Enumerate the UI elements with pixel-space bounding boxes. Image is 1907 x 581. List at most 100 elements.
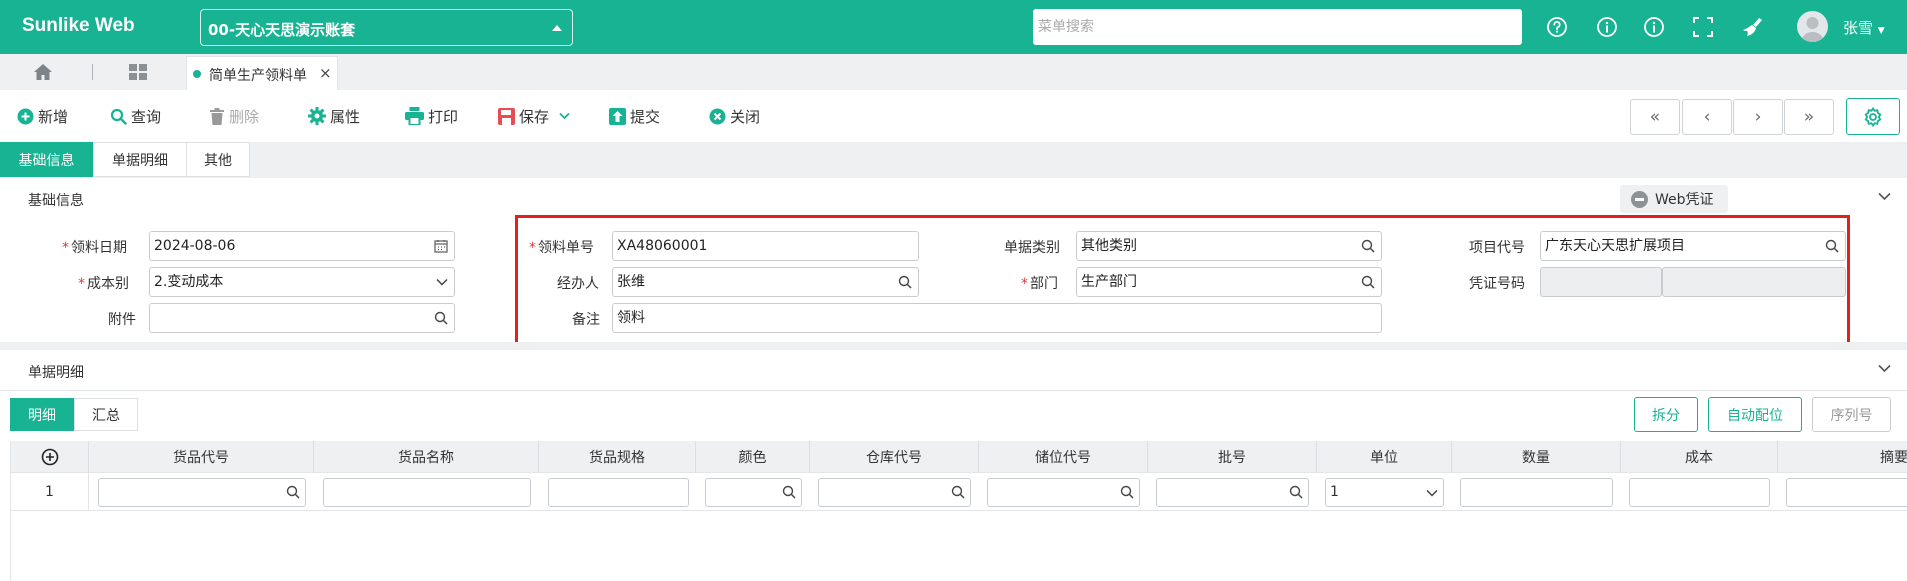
unit-select[interactable]: 1 [1325, 478, 1444, 507]
save-button[interactable]: 保存 [498, 105, 574, 127]
caret-down-icon: ▼ [1877, 26, 1885, 36]
menu-search-input[interactable] [1033, 9, 1522, 45]
account-selector[interactable]: 00-天心天思演示账套 [200, 9, 573, 46]
search-icon [286, 485, 300, 499]
search-icon [782, 485, 796, 499]
cost-cell[interactable] [1629, 478, 1770, 507]
prev-record-button[interactable]: ‹ [1682, 99, 1732, 135]
submit-icon [609, 107, 626, 125]
issue-date-field[interactable]: 2024-08-06 [149, 231, 455, 261]
help-icon[interactable] [1546, 16, 1568, 38]
col-item-code[interactable]: 货品代号 [89, 441, 314, 473]
chevron-down-icon [436, 278, 448, 286]
tab-basic-info[interactable]: 基础信息 [0, 142, 93, 177]
tab-strip: 简单生产领料单 × [0, 54, 1907, 90]
chevron-right-icon: › [1754, 107, 1762, 127]
apps-grid-icon[interactable] [128, 63, 148, 85]
chevron-down-icon [1878, 364, 1891, 373]
col-item-name[interactable]: 货品名称 [314, 441, 539, 473]
toolbar: 新增 查询 删除 属性 打印 保存 提交 关闭 « ‹ › » [0, 90, 1907, 142]
settings-button[interactable] [1846, 98, 1900, 135]
item-code-cell[interactable] [98, 478, 306, 507]
close-circle-icon [709, 108, 726, 124]
col-unit[interactable]: 单位 [1317, 441, 1452, 473]
avatar[interactable] [1797, 11, 1828, 42]
search-icon [1120, 485, 1134, 499]
web-voucher-button[interactable]: Web凭证 [1620, 185, 1728, 213]
first-record-button[interactable]: « [1630, 99, 1680, 135]
gear-icon [308, 107, 326, 125]
last-record-button[interactable]: » [1784, 99, 1834, 135]
col-location-code[interactable]: 储位代号 [979, 441, 1148, 473]
close-icon[interactable]: × [319, 64, 332, 82]
attachment-label: 附件 [108, 312, 136, 328]
detail-toolbar: 明细 汇总 拆分 自动配位 序列号 [0, 393, 1907, 441]
plus-circle-icon [41, 448, 58, 466]
col-color[interactable]: 颜色 [696, 441, 810, 473]
double-chevron-left-icon: « [1649, 107, 1661, 127]
quantity-cell[interactable] [1460, 478, 1613, 507]
save-icon [498, 107, 515, 125]
item-name-cell[interactable] [323, 478, 531, 507]
account-name: 00-天心天思演示账套 [208, 21, 356, 39]
col-item-spec[interactable]: 货品规格 [539, 441, 696, 473]
chevron-down-icon [1426, 489, 1438, 497]
batch-no-cell[interactable] [1156, 478, 1309, 507]
user-menu[interactable]: 张雪 ▼ [1843, 17, 1885, 38]
home-icon[interactable] [33, 63, 53, 85]
grid-header: 货品代号 货品名称 货品规格 颜色 仓库代号 储位代号 批号 单位 数量 成本 … [11, 441, 1907, 473]
warehouse-code-cell[interactable] [818, 478, 971, 507]
add-button[interactable]: 新增 [17, 105, 68, 127]
printer-icon [405, 107, 424, 125]
search-icon [434, 311, 448, 325]
top-bar: Sunlike Web 00-天心天思演示账套 张雪 ▼ [0, 0, 1907, 54]
attachment-field[interactable] [149, 303, 455, 333]
next-record-button[interactable]: › [1733, 99, 1783, 135]
tab-summary[interactable]: 汇总 [74, 398, 138, 431]
clear-cache-icon[interactable] [1741, 16, 1763, 38]
col-batch-no[interactable]: 批号 [1148, 441, 1317, 473]
section-title: 基础信息 [28, 193, 84, 209]
split-button[interactable]: 拆分 [1634, 397, 1698, 432]
section-title: 单据明细 [28, 365, 84, 381]
cost-type-select[interactable]: 2.变动成本 [149, 267, 455, 297]
fullscreen-icon[interactable] [1692, 16, 1714, 38]
tab-other[interactable]: 其他 [186, 142, 250, 177]
tab-label: 简单生产领料单 [209, 68, 307, 84]
item-spec-cell[interactable] [548, 478, 689, 507]
properties-button[interactable]: 属性 [308, 105, 360, 127]
auto-locate-button[interactable]: 自动配位 [1708, 397, 1802, 432]
print-button[interactable]: 打印 [405, 105, 458, 127]
cost-type-label: * 成本别 [78, 276, 129, 292]
col-warehouse-code[interactable]: 仓库代号 [810, 441, 979, 473]
delete-button[interactable]: 删除 [209, 105, 259, 127]
color-cell[interactable] [705, 478, 802, 507]
search-icon [1289, 485, 1303, 499]
about-icon[interactable] [1643, 16, 1665, 38]
chevron-down-icon [559, 112, 570, 120]
active-dot-icon [193, 70, 201, 78]
trash-icon [210, 107, 224, 125]
info-icon[interactable] [1596, 16, 1618, 38]
submit-button[interactable]: 提交 [609, 105, 660, 127]
row-number: 1 [11, 473, 89, 511]
col-summary[interactable]: 摘要 [1778, 441, 1907, 473]
tab-detail[interactable]: 明细 [10, 398, 74, 431]
close-button[interactable]: 关闭 [709, 105, 760, 127]
serial-number-button[interactable]: 序列号 [1812, 397, 1891, 432]
issue-date-label: * 领料日期 [62, 240, 127, 256]
add-row-button[interactable] [11, 441, 89, 473]
tab-production-issue[interactable]: 简单生产领料单 × [186, 56, 338, 90]
tab-document-detail[interactable]: 单据明细 [93, 142, 187, 177]
location-code-cell[interactable] [987, 478, 1140, 507]
query-button[interactable]: 查询 [110, 105, 161, 127]
col-cost[interactable]: 成本 [1621, 441, 1778, 473]
col-quantity[interactable]: 数量 [1452, 441, 1621, 473]
settings-gear-icon [1864, 106, 1882, 127]
section-tabs: 基础信息 单据明细 其他 [0, 142, 1907, 178]
detail-header[interactable]: 单据明细 [0, 350, 1907, 391]
highlight-box [515, 215, 1850, 346]
search-icon [951, 485, 965, 499]
summary-cell[interactable] [1786, 478, 1907, 507]
double-chevron-right-icon: » [1803, 107, 1815, 127]
